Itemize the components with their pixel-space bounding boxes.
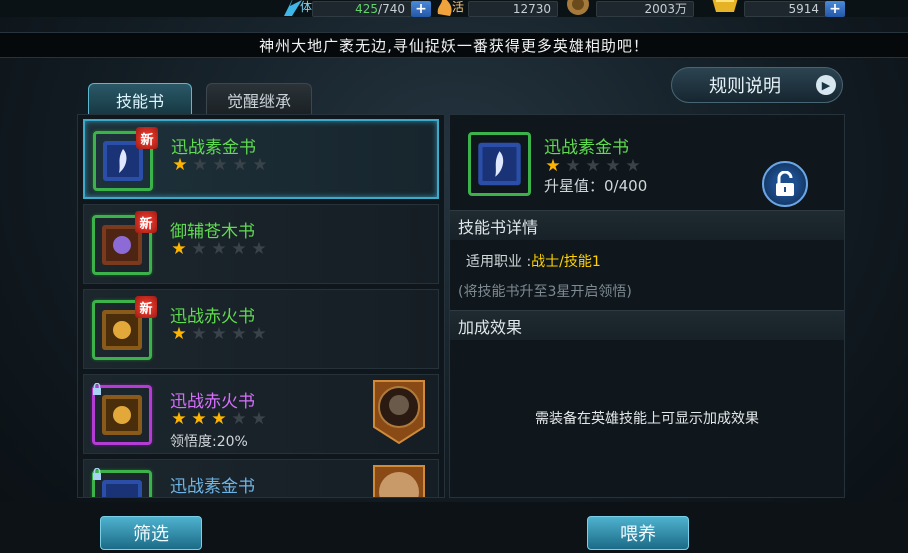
tab-awaken-inherit[interactable]: 觉醒继承 xyxy=(206,83,312,115)
star-icon: ★ xyxy=(251,324,267,344)
star-icon: ★ xyxy=(252,155,268,175)
coin-value: 2003万 xyxy=(596,0,694,17)
star-rating: ★ ★ ★ ★ ★ xyxy=(171,156,269,174)
coin-resource: 2003万 xyxy=(564,0,694,17)
stamina-max: 740 xyxy=(382,1,405,16)
job-value: 战士/技能1 xyxy=(531,254,601,270)
star-value: 0/400 xyxy=(604,177,648,195)
star-value-text: 升星值：0/400 xyxy=(544,175,647,196)
skill-book-list[interactable]: 新 迅战素金书 ★ ★ ★ ★ ★ 新 御辅苍木书 ★ ★ ★ ★ ★ 新 迅战… xyxy=(77,114,445,498)
star-rating: ★ ★ ★ ★ ★ xyxy=(170,240,268,258)
star-icon: ★ xyxy=(211,239,227,259)
list-item[interactable]: 新 御辅苍木书 ★ ★ ★ ★ ★ xyxy=(83,204,439,284)
star-value-label: 升星值： xyxy=(544,177,605,195)
detail-book-name: 迅战素金书 xyxy=(544,138,629,158)
arrow-right-icon: ▶ xyxy=(816,75,836,95)
star-icon: ★ xyxy=(191,239,207,259)
tab-skill-books[interactable]: 技能书 xyxy=(88,83,192,115)
list-item[interactable]: 迅战素金书 xyxy=(83,459,439,497)
star-icon: ★ xyxy=(171,409,187,429)
star-icon: ★ xyxy=(191,409,207,429)
stamina-value: 425/740 xyxy=(312,0,412,17)
power-value: 12730 xyxy=(468,0,558,17)
new-badge: 新 xyxy=(135,211,157,233)
star-icon: ★ xyxy=(625,156,641,176)
new-badge: 新 xyxy=(136,127,158,149)
star-rating: ★ ★ ★ ★ ★ xyxy=(170,410,268,428)
bonus-effect-header: 加成效果 xyxy=(450,310,844,340)
gold-add-button[interactable]: + xyxy=(825,0,845,17)
announcement-marquee: 神州大地广袤无边,寻仙捉妖一番获得更多英雄相助吧！ xyxy=(0,32,908,58)
star-icon: ★ xyxy=(251,239,267,259)
star-icon: ★ xyxy=(231,324,247,344)
applicable-job: 适用职业 :战士/技能1 xyxy=(466,251,601,271)
list-item[interactable]: 新 迅战素金书 ★ ★ ★ ★ ★ xyxy=(83,119,439,199)
hero-avatar-icon xyxy=(373,465,425,497)
star-icon: ★ xyxy=(565,156,581,176)
coin-icon xyxy=(567,0,589,15)
star-icon: ★ xyxy=(251,409,267,429)
unlock-button[interactable] xyxy=(762,161,808,207)
feed-button[interactable]: 喂养 xyxy=(587,516,689,550)
detail-star-rating: ★ ★ ★ ★ ★ xyxy=(544,157,642,175)
power-label: 活 xyxy=(452,0,465,14)
star-icon: ★ xyxy=(545,156,561,176)
comprehension-text: 领悟度:20% xyxy=(170,434,248,450)
star-icon: ★ xyxy=(231,239,247,259)
stamina-resource: 体 425/740 + xyxy=(280,0,431,17)
lock-icon xyxy=(93,468,101,480)
blue-book-icon xyxy=(102,480,142,497)
rules-button-label: 规则说明 xyxy=(709,76,781,97)
star-icon: ★ xyxy=(211,324,227,344)
star-icon: ★ xyxy=(231,409,247,429)
star-icon: ★ xyxy=(171,239,187,259)
list-item[interactable]: 新 迅战赤火书 ★ ★ ★ ★ ★ xyxy=(83,289,439,369)
skill-book-details-header: 技能书详情 xyxy=(450,210,844,240)
detail-book-icon-frame xyxy=(468,132,531,196)
star-icon: ★ xyxy=(211,409,227,429)
star-icon: ★ xyxy=(172,155,188,175)
star-icon: ★ xyxy=(212,155,228,175)
hero-avatar-icon xyxy=(373,380,425,445)
blue-book-icon xyxy=(478,142,521,186)
list-item[interactable]: 迅战赤火书 ★ ★ ★ ★ ★ 领悟度:20% xyxy=(83,374,439,454)
filter-button[interactable]: 筛选 xyxy=(100,516,202,550)
gold-resource: 5914 + xyxy=(710,0,845,17)
bonus-empty-message: 需装备在英雄技能上可显示加成效果 xyxy=(535,410,759,427)
upgrade-hint: (将技能书升至3星开启领悟) xyxy=(458,284,632,300)
gold-book-icon xyxy=(102,395,142,435)
star-icon: ★ xyxy=(171,324,187,344)
star-icon: ★ xyxy=(192,155,208,175)
star-rating: ★ ★ ★ ★ ★ xyxy=(170,325,268,343)
gold-value: 5914 xyxy=(744,0,826,17)
star-icon: ★ xyxy=(232,155,248,175)
job-label: 适用职业 : xyxy=(466,254,532,270)
stamina-current: 425 xyxy=(355,1,379,16)
star-icon: ★ xyxy=(605,156,621,176)
stamina-add-button[interactable]: + xyxy=(411,0,431,17)
star-icon: ★ xyxy=(191,324,207,344)
resource-bar: 体 425/740 + 活 12730 2003万 5914 + xyxy=(0,0,908,17)
lock-icon xyxy=(93,383,101,395)
new-badge: 新 xyxy=(135,296,157,318)
unlock-icon xyxy=(776,171,794,196)
stamina-label: 体 xyxy=(300,0,313,14)
gold-ingot-icon xyxy=(712,0,738,12)
power-resource: 活 12730 xyxy=(432,0,558,17)
book-name: 迅战素金书 xyxy=(170,477,255,497)
star-icon: ★ xyxy=(585,156,601,176)
rules-button[interactable]: 规则说明 ▶ xyxy=(671,67,843,103)
